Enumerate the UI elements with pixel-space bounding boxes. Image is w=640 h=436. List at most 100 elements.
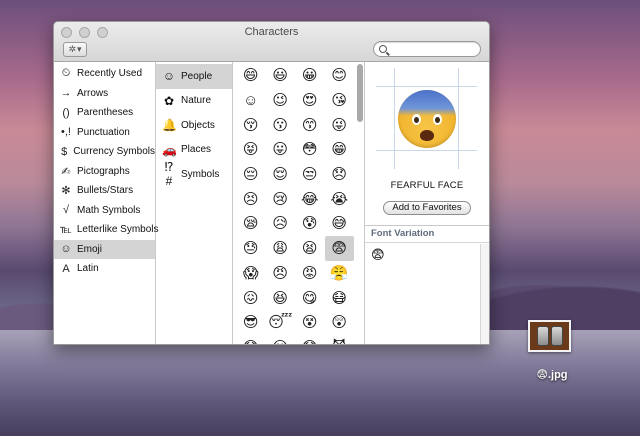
subcategory-item[interactable]: ⁉# Symbols — [156, 160, 232, 189]
emoji-cell[interactable]: 😠 — [266, 261, 296, 286]
subcategory-item[interactable]: ✿ Nature — [156, 89, 232, 114]
subcategory-label: Symbols — [181, 168, 220, 180]
emoji-grid-panel: 😄 😃 😀 😊 ☺ 😉 😍 😘 😚 😗 😙 😜 😝 😛 😳 😁 😔 😌 😒 😞 😣 😢 😂 😭 😪 😥 😰 😅 😓 😩 😫 😨 😱 😠 😡 😤 😖 😆 😋 😷… — [233, 62, 365, 344]
desktop-file-label[interactable]: 😨.jpg — [520, 368, 584, 381]
emoji-cell[interactable]: 😤 — [325, 261, 355, 286]
emoji-cell[interactable]: 😴 — [266, 310, 296, 335]
emoji-cell[interactable]: 😭 — [325, 186, 355, 211]
emoji-cell[interactable]: 😝 — [236, 137, 266, 162]
category-label: Arrows — [77, 87, 109, 99]
category-label: Recently Used — [77, 68, 143, 80]
category-icon: → — [60, 87, 72, 100]
emoji-cell[interactable]: 😎 — [236, 310, 266, 335]
category-item[interactable]: ☺ Emoji — [54, 239, 155, 259]
font-variation-section: Font Variation 😨 — [365, 225, 489, 344]
gear-icon: ✲ — [68, 44, 76, 54]
desktop-file-icon[interactable] — [528, 320, 571, 352]
emoji-cell[interactable]: 😃 — [266, 63, 296, 88]
emoji-cell[interactable]: 😅 — [325, 211, 355, 236]
add-to-favorites-button[interactable]: Add to Favorites — [383, 201, 471, 215]
category-label: Letterlike Symbols — [76, 224, 159, 236]
category-icon: ✍ — [61, 165, 71, 178]
emoji-cell[interactable]: 😜 — [325, 112, 355, 137]
emoji-cell[interactable]: 😷 — [325, 285, 355, 310]
emoji-cell[interactable]: 😄 — [236, 63, 266, 88]
emoji-grid-scrollbar[interactable] — [357, 64, 363, 122]
search-field[interactable] — [373, 41, 481, 57]
category-icon: ⏲ — [61, 67, 71, 80]
category-item[interactable]: A Latin — [54, 259, 155, 279]
emoji-cell[interactable]: 😣 — [236, 186, 266, 211]
emoji-cell[interactable]: 😁 — [325, 137, 355, 162]
emoji-cell[interactable]: 😢 — [266, 186, 296, 211]
category-item[interactable]: $ Currency Symbols — [54, 142, 155, 162]
emoji-cell[interactable]: 😆 — [266, 285, 296, 310]
emoji-cell[interactable]: ☺ — [236, 88, 266, 113]
emoji-cell[interactable]: 😛 — [266, 137, 296, 162]
emoji-cell[interactable]: 😗 — [266, 112, 296, 137]
subcategory-icon: 🔔 — [162, 118, 177, 133]
window-titlebar[interactable]: Characters ✲ ▾ — [54, 22, 489, 62]
category-list: ⏲ Recently Used → Arrows () Parentheses •,! Pun… — [54, 62, 159, 344]
subcategory-label: Objects — [181, 119, 215, 131]
phone-thumbnail-icon — [536, 326, 549, 346]
category-item[interactable]: •,! Punctuation — [54, 123, 155, 143]
emoji-cell[interactable]: 😉 — [266, 88, 296, 113]
category-item[interactable]: √ Math Symbols — [54, 201, 155, 221]
emoji-cell[interactable]: 😵 — [295, 310, 325, 335]
font-variation-scrollbar[interactable] — [480, 244, 489, 344]
subcategory-icon: ⁉# — [164, 160, 174, 189]
emoji-cell[interactable]: 😦 — [266, 335, 296, 344]
subcategory-item[interactable]: 🚗 Places — [156, 138, 232, 163]
emoji-cell[interactable]: 😩 — [266, 236, 296, 261]
category-icon: •,! — [61, 126, 71, 139]
emoji-cell[interactable]: 😋 — [295, 285, 325, 310]
category-item[interactable]: ℡ Letterlike Symbols — [54, 220, 159, 240]
font-variation-item[interactable]: 😨 — [371, 247, 385, 262]
category-icon: ℡ — [60, 224, 72, 237]
emoji-cell[interactable]: 😟 — [236, 335, 266, 344]
emoji-cell[interactable]: 😈 — [325, 335, 355, 344]
emoji-cell[interactable]: 😖 — [236, 285, 266, 310]
emoji-cell[interactable]: 😚 — [236, 112, 266, 137]
emoji-cell[interactable]: 😍 — [295, 88, 325, 113]
search-input[interactable] — [390, 43, 476, 55]
emoji-cell[interactable]: 😫 — [295, 236, 325, 261]
emoji-cell[interactable]: 😧 — [295, 335, 325, 344]
character-detail-panel: FEARFUL FACE Add to Favorites Font Varia… — [365, 62, 489, 344]
category-item[interactable]: ⏲ Recently Used — [54, 64, 155, 84]
emoji-cell[interactable]: 😙 — [295, 112, 325, 137]
font-variation-list: 😨 — [365, 243, 489, 267]
emoji-cell[interactable]: 😒 — [295, 162, 325, 187]
subcategory-item[interactable]: 🔔 Objects — [156, 113, 232, 138]
category-item[interactable]: → Arrows — [54, 84, 155, 104]
category-item[interactable]: () Parentheses — [54, 103, 155, 123]
category-icon: ✻ — [61, 185, 71, 198]
emoji-cell[interactable]: 😔 — [236, 162, 266, 187]
category-label: Currency Symbols — [73, 146, 155, 158]
emoji-cell[interactable]: 😘 — [325, 88, 355, 113]
emoji-cell[interactable]: 😀 — [295, 63, 325, 88]
category-icon: ☺ — [60, 243, 72, 256]
category-label: Emoji — [77, 243, 103, 255]
emoji-cell[interactable]: 😨 — [324, 235, 354, 261]
subcategory-icon: 🚗 — [162, 142, 177, 157]
emoji-cell[interactable]: 😊 — [325, 63, 355, 88]
emoji-cell[interactable]: 😲 — [325, 310, 355, 335]
subcategory-item[interactable]: ☺ People — [156, 64, 232, 89]
emoji-cell[interactable]: 😓 — [236, 236, 266, 261]
emoji-cell[interactable]: 😡 — [295, 261, 325, 286]
emoji-cell[interactable]: 😰 — [295, 211, 325, 236]
category-item[interactable]: ✍ Pictographs — [54, 162, 155, 182]
emoji-cell[interactable]: 😞 — [325, 162, 355, 187]
emoji-cell[interactable]: 😂 — [295, 186, 325, 211]
category-icon: () — [62, 106, 70, 119]
emoji-cell[interactable]: 😌 — [266, 162, 296, 187]
emoji-cell[interactable]: 😪 — [236, 211, 266, 236]
action-menu-button[interactable]: ✲ ▾ — [63, 42, 87, 57]
emoji-cell[interactable]: 😥 — [266, 211, 296, 236]
category-item[interactable]: ✻ Bullets/Stars — [54, 181, 155, 201]
emoji-cell[interactable]: 😳 — [295, 137, 325, 162]
category-icon: √ — [62, 204, 70, 217]
emoji-cell[interactable]: 😱 — [236, 261, 266, 286]
